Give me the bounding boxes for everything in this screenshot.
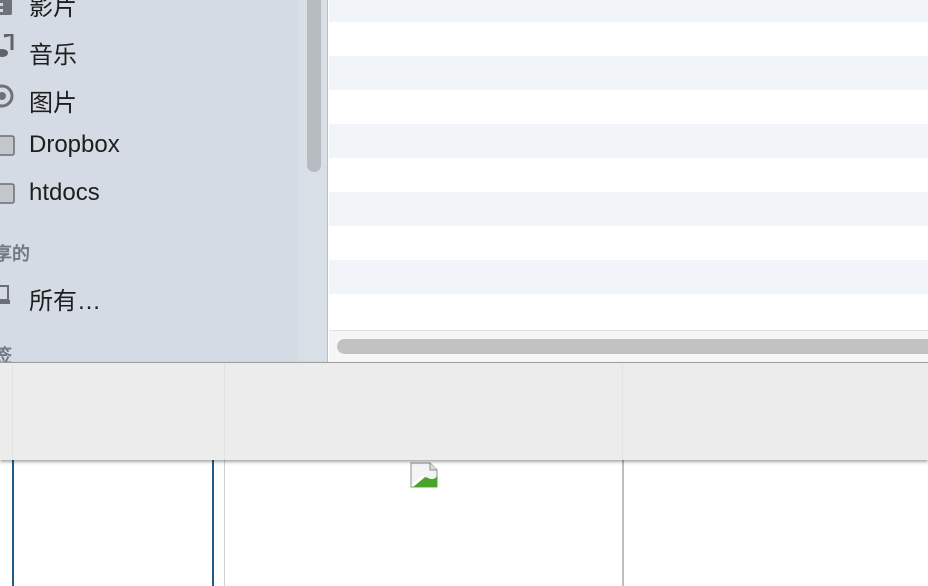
sidebar-item-label: 音乐 <box>29 42 77 69</box>
sidebar-item-pictures[interactable]: 图片 <box>0 76 290 117</box>
finder-window-screenshot: 影片 音乐 图片 Dropbox htdocs 享的 所有… 签 <box>0 0 928 586</box>
folder-icon <box>0 132 16 156</box>
sidebar-scrollbar-thumb[interactable] <box>307 0 321 172</box>
movies-icon <box>0 0 16 17</box>
list-row-stripe <box>329 0 928 22</box>
sidebar-item-label: htdocs <box>29 179 100 206</box>
sidebar-item-music[interactable]: 音乐 <box>0 28 290 69</box>
horizontal-scrollbar-thumb[interactable] <box>337 339 928 354</box>
finder-sidebar: 影片 音乐 图片 Dropbox htdocs 享的 所有… 签 <box>0 0 298 362</box>
sidebar-item-label: Dropbox <box>29 131 120 158</box>
list-row-stripe <box>329 260 928 294</box>
sidebar-item-label: 影片 <box>29 0 77 21</box>
sidebar-item-htdocs[interactable]: htdocs <box>0 172 290 212</box>
sidebar-section-tags-header: 签 <box>0 346 12 362</box>
sidebar-item-label: 所有… <box>29 288 101 315</box>
music-icon <box>0 32 16 58</box>
list-row-stripe <box>329 124 928 158</box>
column-border <box>212 460 214 586</box>
sidebar-item-all-shared[interactable]: 所有… <box>0 274 290 315</box>
sidebar-item-movies[interactable]: 影片 <box>0 0 290 23</box>
divider <box>12 363 13 460</box>
sidebar-item-label: 图片 <box>29 90 77 117</box>
file-list[interactable] <box>329 0 928 362</box>
divider <box>224 363 225 460</box>
column-border <box>224 460 225 586</box>
horizontal-scrollbar[interactable] <box>329 330 928 362</box>
column-border <box>12 460 14 586</box>
sidebar-section-shared-header: 享的 <box>0 244 30 264</box>
list-row-stripe <box>329 56 928 90</box>
divider <box>622 363 623 460</box>
dialog-bottom-bar <box>0 362 928 460</box>
camera-icon <box>0 84 16 108</box>
sidebar-item-dropbox[interactable]: Dropbox <box>0 124 290 164</box>
folder-icon <box>0 180 16 204</box>
computer-icon <box>0 282 16 306</box>
broken-image-icon <box>410 462 438 488</box>
background-page <box>0 460 928 586</box>
column-border <box>622 460 624 586</box>
list-row-stripe <box>329 192 928 226</box>
